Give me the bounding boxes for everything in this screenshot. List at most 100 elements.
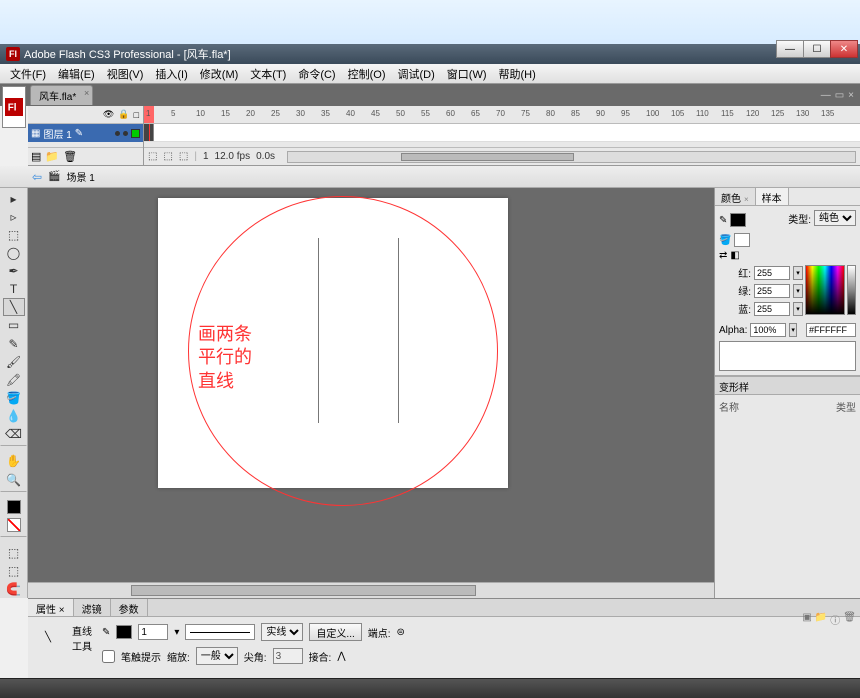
menu-insert[interactable]: 插入(I)	[149, 64, 193, 84]
swap-colors-icon[interactable]: ⇄	[719, 250, 727, 261]
zoom-tool[interactable]: 🔍	[3, 471, 25, 489]
menu-window[interactable]: 窗口(W)	[441, 64, 493, 84]
free-transform-tool[interactable]: ⬚	[3, 226, 25, 244]
doc-minimize-icon[interactable]: —	[821, 90, 831, 101]
green-input[interactable]	[754, 284, 790, 298]
line-style-preview[interactable]	[185, 624, 255, 640]
lock-icon[interactable]: 🔒	[118, 109, 129, 120]
canvas-h-scrollbar[interactable]	[28, 582, 714, 598]
red-spinner[interactable]: ▾	[793, 266, 803, 280]
drawn-line-1[interactable]	[318, 238, 319, 423]
frame-row[interactable]	[144, 124, 860, 142]
tab-params[interactable]: 参数	[111, 599, 148, 616]
back-arrow-icon[interactable]: ⇦	[32, 170, 42, 184]
rectangle-tool[interactable]: ▭	[3, 316, 25, 334]
menu-file[interactable]: 文件(F)	[4, 64, 52, 84]
timeline-scrollbar[interactable]	[287, 151, 856, 163]
layer-vis-dot[interactable]	[115, 131, 120, 136]
properties-lib-icon[interactable]: ⓘ	[830, 612, 840, 627]
new-symbol-icon[interactable]: ▣	[802, 612, 811, 627]
alpha-spinner[interactable]: ▾	[789, 323, 797, 337]
menu-text[interactable]: 文本(T)	[244, 64, 292, 84]
menu-view[interactable]: 视图(V)	[101, 64, 150, 84]
stroke-swatch[interactable]	[730, 213, 746, 227]
maximize-button[interactable]: ☐	[803, 40, 831, 58]
menu-debug[interactable]: 调试(D)	[392, 64, 441, 84]
transform-panel-header[interactable]: 变形样	[715, 376, 860, 394]
miter-input[interactable]	[273, 648, 303, 664]
timeline-ruler[interactable]: 1510152025303540455055606570758085909510…	[144, 106, 860, 124]
layer-outline-swatch[interactable]	[131, 129, 140, 138]
canvas-area[interactable]: 画两条 平行的 直线	[28, 188, 714, 598]
selection-tool[interactable]: ▸	[3, 190, 25, 208]
stroke-width-input[interactable]	[138, 624, 168, 640]
doc-close-icon[interactable]: ×	[848, 90, 854, 101]
eyedropper-tool[interactable]: 💧	[3, 407, 25, 425]
flash-logo-box[interactable]: Fl	[2, 86, 26, 128]
close-tab-icon[interactable]: ×	[84, 88, 89, 98]
edit-multiple-icon[interactable]: ⬚	[179, 151, 188, 162]
stroke-color-swatch[interactable]	[116, 625, 132, 639]
brush-tool[interactable]: 🖌	[3, 353, 25, 371]
custom-stroke-button[interactable]: 自定义...	[309, 623, 361, 641]
new-folder-lib-icon[interactable]: 📁	[815, 612, 827, 627]
lib-type-col[interactable]: 类型	[836, 399, 856, 414]
lasso-tool[interactable]: ◯	[3, 244, 25, 262]
subselection-tool[interactable]: ▹	[3, 208, 25, 226]
red-input[interactable]	[754, 266, 790, 280]
menu-control[interactable]: 控制(O)	[342, 64, 392, 84]
stroke-color[interactable]	[3, 498, 25, 516]
stroke-width-spinner[interactable]: ▾	[174, 627, 179, 638]
tool-option-2[interactable]: ⬚	[3, 562, 25, 580]
eraser-tool[interactable]: ⌫	[3, 425, 25, 443]
new-folder-icon[interactable]: 📁	[45, 150, 59, 163]
scene-label[interactable]: 场景 1	[67, 169, 95, 184]
delete-lib-icon[interactable]: 🗑	[843, 612, 856, 627]
hex-input[interactable]	[806, 323, 856, 337]
alpha-input[interactable]	[750, 323, 786, 337]
paint-bucket-tool[interactable]: 🪣	[3, 389, 25, 407]
line-tool[interactable]: ╲	[3, 298, 25, 316]
pen-tool[interactable]: ✒	[3, 262, 25, 280]
pencil-tool[interactable]: ✎	[3, 335, 25, 353]
text-tool[interactable]: T	[3, 280, 25, 298]
menu-help[interactable]: 帮助(H)	[493, 64, 542, 84]
hand-tool[interactable]: ✋	[3, 452, 25, 470]
menu-modify[interactable]: 修改(M)	[194, 64, 245, 84]
blue-spinner[interactable]: ▾	[793, 302, 803, 316]
tab-swatches[interactable]: 样本	[756, 188, 789, 205]
line-style-select[interactable]: 实线	[261, 623, 303, 641]
ink-bottle-tool[interactable]: 🖍	[3, 371, 25, 389]
drawn-line-2[interactable]	[398, 238, 399, 423]
new-layer-icon[interactable]: ▤	[31, 150, 41, 163]
tool-option-1[interactable]: ⬚	[3, 544, 25, 562]
tab-color[interactable]: 颜色×	[715, 188, 756, 205]
delete-layer-icon[interactable]: 🗑	[63, 150, 77, 163]
outline-icon[interactable]: □	[134, 110, 139, 120]
color-spectrum[interactable]	[805, 265, 845, 315]
onion-skin-icon[interactable]: ⬚	[148, 151, 157, 162]
menu-edit[interactable]: 编辑(E)	[52, 64, 101, 84]
tab-filters[interactable]: 滤镜	[74, 599, 111, 616]
onion-outline-icon[interactable]: ⬚	[163, 151, 172, 162]
default-colors-icon[interactable]: ◧	[730, 250, 739, 261]
close-button[interactable]: ✕	[830, 40, 858, 58]
green-spinner[interactable]: ▾	[793, 284, 803, 298]
fill-color[interactable]	[3, 516, 25, 534]
lib-name-col[interactable]: 名称	[719, 399, 739, 414]
blue-input[interactable]	[754, 302, 790, 316]
scale-select[interactable]: 一般	[196, 647, 238, 665]
fill-swatch[interactable]	[734, 233, 750, 247]
brightness-slider[interactable]	[847, 265, 856, 315]
cap-icon[interactable]: ⊜	[397, 627, 405, 638]
color-type-select[interactable]: 纯色	[814, 210, 856, 226]
menu-commands[interactable]: 命令(C)	[292, 64, 341, 84]
layer-lock-dot[interactable]	[123, 131, 128, 136]
visibility-icon[interactable]: 👁	[103, 109, 114, 120]
tab-properties[interactable]: 属性 ×	[28, 599, 74, 616]
snap-option[interactable]: 🧲	[3, 580, 25, 598]
layer-row[interactable]: ▦ 图层 1 ✎	[28, 124, 143, 142]
stroke-hinting-checkbox[interactable]	[102, 650, 115, 663]
doc-restore-icon[interactable]: ▭	[835, 90, 844, 101]
minimize-button[interactable]: —	[776, 40, 804, 58]
